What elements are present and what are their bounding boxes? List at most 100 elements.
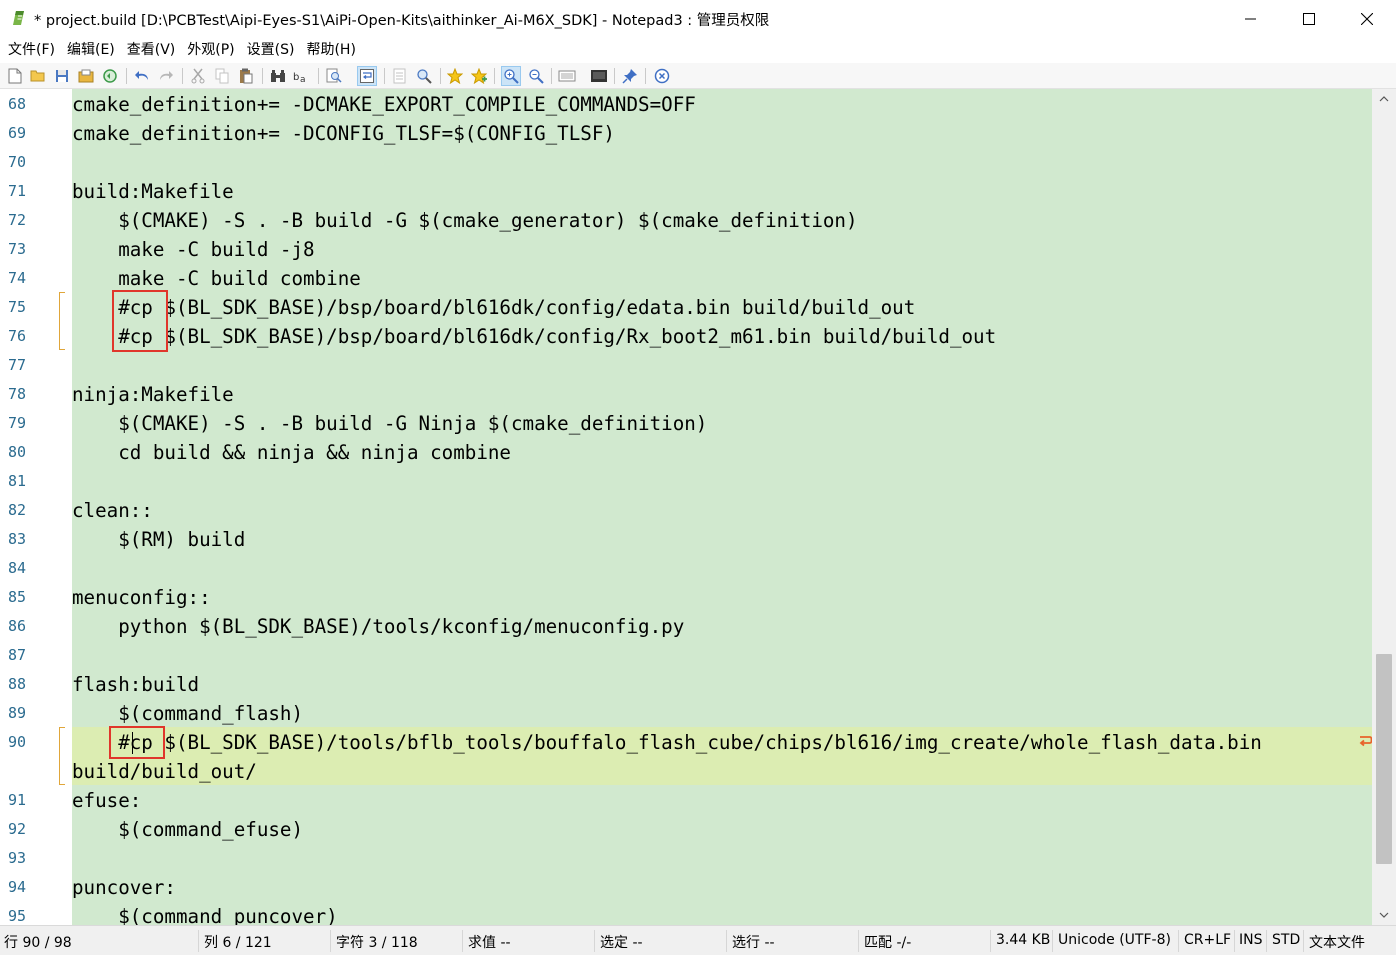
line-number-gutter: 68 69 70 71 72 73 74 75 76 77 78 79 80 81 82 83 84 85 86 87… <box>0 89 72 925</box>
code-line[interactable]: $(CMAKE) -S . -B build -G Ninja $(cmake_… <box>72 409 707 438</box>
code-line[interactable]: cd build && ninja && ninja combine <box>72 438 511 467</box>
text-caret <box>132 732 133 754</box>
code-line[interactable]: $(command_puncover) <box>72 902 338 925</box>
find-next-icon[interactable] <box>415 67 433 85</box>
change-marker <box>59 292 65 350</box>
code-line[interactable]: #cp $(BL_SDK_BASE)/tools/bflb_tools/bouf… <box>72 728 1262 757</box>
redo-icon[interactable] <box>157 67 175 85</box>
scroll-down-icon[interactable] <box>1372 905 1396 925</box>
line-number: 81 <box>8 472 27 490</box>
window-title: * project.build [D:\PCBTest\Aipi-Eyes-S1… <box>34 13 770 29</box>
status-file-size: 3.44 KB <box>996 932 1051 948</box>
minimize-button[interactable] <box>1222 0 1280 38</box>
code-line[interactable]: #cp $(BL_SDK_BASE)/bsp/board/bl616dk/con… <box>72 293 915 322</box>
find-in-files-icon[interactable] <box>325 67 343 85</box>
page-setup-icon[interactable] <box>558 67 576 85</box>
code-line[interactable]: ninja:Makefile <box>72 380 234 409</box>
line-number: 71 <box>8 182 27 200</box>
svg-text:a: a <box>300 75 306 83</box>
print-icon[interactable] <box>590 67 608 85</box>
code-line[interactable]: puncover: <box>72 873 176 902</box>
code-line[interactable]: menuconfig:: <box>72 583 211 612</box>
line-number: 94 <box>8 878 27 896</box>
code-line[interactable]: $(CMAKE) -S . -B build -G $(cmake_genera… <box>72 206 857 235</box>
code-line[interactable]: efuse: <box>72 786 141 815</box>
menu-settings[interactable]: 设置(S) <box>241 38 301 63</box>
menu-view[interactable]: 查看(V) <box>121 38 182 63</box>
code-line[interactable]: cmake_definition+= -DCMAKE_EXPORT_COMPIL… <box>72 90 696 119</box>
code-line[interactable]: make -C build combine <box>72 264 361 293</box>
line-number: 93 <box>8 849 27 867</box>
line-number: 86 <box>8 617 27 635</box>
line-number: 74 <box>8 269 27 287</box>
code-line[interactable]: clean:: <box>72 496 153 525</box>
code-line[interactable]: #cp $(BL_SDK_BASE)/bsp/board/bl616dk/con… <box>72 322 996 351</box>
editor-area[interactable]: 68 69 70 71 72 73 74 75 76 77 78 79 80 81 82 83 84 85 86 87… <box>0 89 1372 925</box>
status-encoding[interactable]: Unicode (UTF-8) <box>1058 932 1171 948</box>
line-number: 76 <box>8 327 27 345</box>
line-number: 84 <box>8 559 27 577</box>
pin-icon[interactable] <box>621 67 639 85</box>
line-number: 70 <box>8 153 27 171</box>
close-window-button[interactable] <box>1338 0 1396 38</box>
undo-icon[interactable] <box>133 67 151 85</box>
menu-edit[interactable]: 编辑(E) <box>61 38 121 63</box>
word-wrap-icon[interactable] <box>357 66 377 86</box>
line-number: 83 <box>8 530 27 548</box>
goto-icon[interactable] <box>391 67 409 85</box>
line-number: 77 <box>8 356 27 374</box>
code-line[interactable]: cmake_definition+= -DCONFIG_TLSF=$(CONFI… <box>72 119 615 148</box>
cut-icon[interactable] <box>189 67 207 85</box>
close-icon[interactable] <box>653 67 671 85</box>
code-line[interactable]: build/build_out/ <box>72 757 257 786</box>
code-line[interactable]: $(command_flash) <box>72 699 303 728</box>
status-file-type[interactable]: 文本文件 <box>1309 932 1365 952</box>
code-line[interactable]: $(command_efuse) <box>72 815 303 844</box>
word-wrap-indicator-icon <box>1358 734 1372 750</box>
title-bar: * project.build [D:\PCBTest\Aipi-Eyes-S1… <box>0 0 1396 38</box>
status-char: 字符 3 / 118 <box>336 935 418 951</box>
line-number: 80 <box>8 443 27 461</box>
status-selected: 选定 -- <box>600 935 643 951</box>
line-number: 92 <box>8 820 27 838</box>
status-selected-lines: 选行 -- <box>732 935 775 951</box>
status-eol[interactable]: CR+LF <box>1184 932 1231 948</box>
code-line[interactable]: flash:build <box>72 670 199 699</box>
zoom-in-icon[interactable] <box>501 66 521 86</box>
vertical-scrollbar[interactable] <box>1372 89 1396 925</box>
maximize-button[interactable] <box>1280 0 1338 38</box>
highlight-box <box>112 290 168 352</box>
code-line[interactable]: $(RM) build <box>72 525 245 554</box>
zoom-out-icon[interactable] <box>527 67 545 85</box>
copy-icon[interactable] <box>213 67 231 85</box>
status-column: 列 6 / 121 <box>204 935 272 951</box>
code-line[interactable]: build:Makefile <box>72 177 234 206</box>
status-std[interactable]: STD <box>1272 932 1300 948</box>
change-marker <box>59 727 65 785</box>
new-file-icon[interactable] <box>6 67 24 85</box>
menu-appearance[interactable]: 外观(P) <box>181 38 240 63</box>
save-as-icon[interactable] <box>77 67 95 85</box>
replace-icon[interactable]: ba <box>293 67 311 85</box>
find-icon[interactable] <box>269 67 287 85</box>
menu-file[interactable]: 文件(F) <box>2 38 61 63</box>
status-bar: 行 90 / 98 列 6 / 121 字符 3 / 118 求值 -- 选定 … <box>0 925 1396 955</box>
line-number: 90 <box>8 733 27 751</box>
status-value: 求值 -- <box>468 935 511 951</box>
code-line[interactable]: python $(BL_SDK_BASE)/tools/kconfig/menu… <box>72 612 684 641</box>
open-file-icon[interactable] <box>29 67 47 85</box>
revert-icon[interactable] <box>101 67 119 85</box>
save-icon[interactable] <box>53 67 71 85</box>
paste-icon[interactable] <box>237 67 255 85</box>
favorites-icon[interactable] <box>446 67 464 85</box>
scroll-up-icon[interactable] <box>1372 89 1396 109</box>
scrollbar-thumb[interactable] <box>1376 654 1392 864</box>
line-number: 72 <box>8 211 27 229</box>
menu-help[interactable]: 帮助(H) <box>300 38 361 63</box>
code-line[interactable]: make -C build -j8 <box>72 235 314 264</box>
line-number: 95 <box>8 907 27 925</box>
status-insert-mode[interactable]: INS <box>1239 932 1263 948</box>
add-favorite-icon[interactable] <box>470 67 488 85</box>
line-number <box>0 757 56 786</box>
line-number: 73 <box>8 240 27 258</box>
